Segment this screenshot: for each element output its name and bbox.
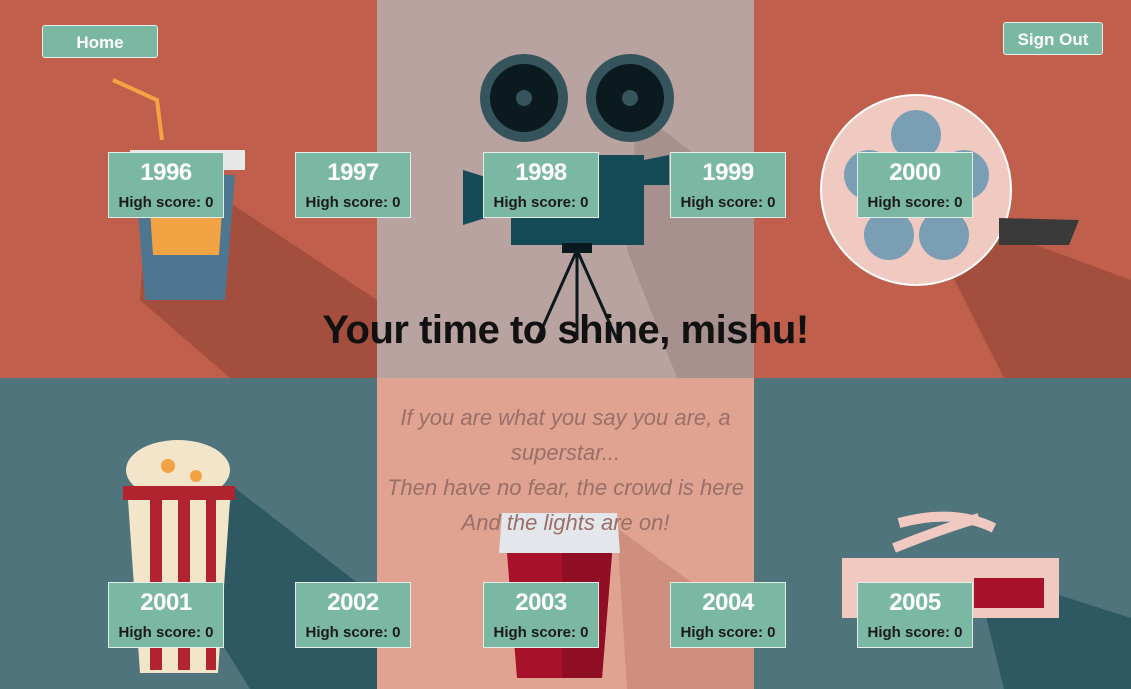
- year-label: 1996: [140, 159, 192, 186]
- high-score-label: High score: 0: [118, 194, 214, 211]
- high-score-label: High score: 0: [867, 624, 963, 641]
- home-button[interactable]: Home: [42, 25, 158, 58]
- quote-line: If you are what you say you are, a super…: [400, 405, 731, 465]
- year-button-2004[interactable]: 2004 High score: 0: [670, 582, 786, 648]
- year-label: 2003: [515, 589, 567, 616]
- year-label: 2004: [702, 589, 754, 616]
- year-label: 1997: [327, 159, 379, 186]
- quote: If you are what you say you are, a super…: [377, 400, 754, 540]
- high-score-label: High score: 0: [493, 624, 589, 641]
- year-label: 2001: [140, 589, 192, 616]
- year-label: 2005: [889, 589, 941, 616]
- quote-line: Then have no fear, the crowd is here: [386, 475, 745, 500]
- year-button-1998[interactable]: 1998 High score: 0: [483, 152, 599, 218]
- year-label: 2002: [327, 589, 379, 616]
- year-button-2000[interactable]: 2000 High score: 0: [857, 152, 973, 218]
- year-button-2003[interactable]: 2003 High score: 0: [483, 582, 599, 648]
- welcome-headline: Your time to shine, mishu!: [322, 308, 809, 352]
- sign-out-button[interactable]: Sign Out: [1003, 22, 1103, 55]
- high-score-label: High score: 0: [680, 194, 776, 211]
- high-score-label: High score: 0: [680, 624, 776, 641]
- year-label: 1999: [702, 159, 754, 186]
- year-button-2002[interactable]: 2002 High score: 0: [295, 582, 411, 648]
- year-button-1996[interactable]: 1996 High score: 0: [108, 152, 224, 218]
- year-label: 1998: [515, 159, 567, 186]
- year-button-1999[interactable]: 1999 High score: 0: [670, 152, 786, 218]
- quote-line: And the lights are on!: [461, 510, 670, 535]
- high-score-label: High score: 0: [867, 194, 963, 211]
- year-button-2005[interactable]: 2005 High score: 0: [857, 582, 973, 648]
- high-score-label: High score: 0: [493, 194, 589, 211]
- year-button-2001[interactable]: 2001 High score: 0: [108, 582, 224, 648]
- high-score-label: High score: 0: [305, 194, 401, 211]
- high-score-label: High score: 0: [118, 624, 214, 641]
- high-score-label: High score: 0: [305, 624, 401, 641]
- year-button-1997[interactable]: 1997 High score: 0: [295, 152, 411, 218]
- year-label: 2000: [889, 159, 941, 186]
